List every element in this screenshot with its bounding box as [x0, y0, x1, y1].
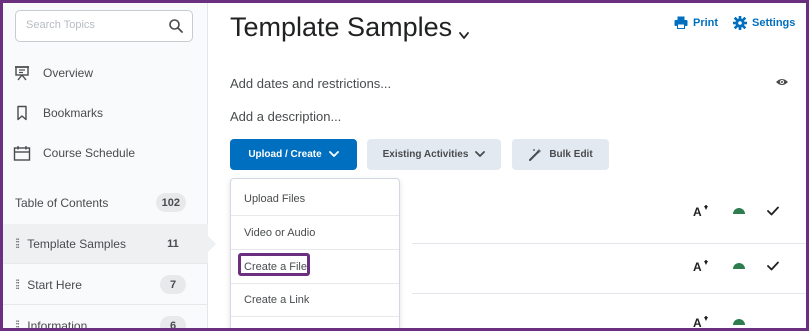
sidebar-item-label: Start Here [27, 277, 82, 292]
existing-activities-label: Existing Activities [382, 149, 469, 160]
sidebar-item-overview[interactable]: Overview [3, 55, 208, 91]
menu-item-video-or-audio[interactable]: Video or Audio [231, 217, 399, 250]
row-actions: A [693, 205, 779, 217]
settings-button[interactable]: Settings [733, 16, 795, 30]
search-input[interactable]: Search Topics [26, 19, 95, 31]
menu-item-label: Upload Files [244, 193, 306, 205]
svg-text:A: A [693, 260, 702, 272]
drag-handle-icon[interactable]: ⁞⁞ [15, 236, 20, 251]
count-badge: 11 [167, 237, 179, 250]
sidebar-item-label: Bookmarks [43, 106, 104, 120]
upload-create-label: Upload / Create [248, 149, 322, 160]
count-badge: 102 [155, 193, 186, 212]
existing-activities-button[interactable]: Existing Activities [367, 139, 501, 170]
sidebar-item-course-schedule[interactable]: Course Schedule [3, 135, 208, 171]
svg-text:A: A [693, 316, 702, 328]
row-actions: A [693, 316, 746, 328]
svg-text:A: A [693, 205, 702, 217]
presentation-icon [13, 64, 31, 82]
sidebar-item-template-samples[interactable]: ⁞⁞ Template Samples 11 [3, 224, 216, 264]
add-dates-link[interactable]: Add dates and restrictions... [230, 76, 391, 91]
checkmark-icon[interactable] [767, 206, 779, 216]
sidebar: Search Topics Overview Bookmarks Course … [3, 3, 216, 328]
menu-item-label: Create a Link [244, 294, 310, 306]
print-button[interactable]: Print [674, 16, 718, 29]
progress-icon[interactable] [732, 207, 746, 215]
sidebar-item-bookmarks[interactable]: Bookmarks [3, 95, 208, 131]
sidebar-item-label: Template Samples [27, 236, 126, 251]
upload-create-button[interactable]: Upload / Create [230, 139, 357, 170]
chevron-down-icon [328, 151, 339, 157]
drag-handle-icon[interactable]: ⁞⁞ [15, 277, 20, 292]
count-badge: 6 [160, 316, 186, 328]
search-box[interactable]: Search Topics [15, 10, 193, 42]
sidebar-item-table-of-contents[interactable]: Table of Contents 102 [3, 183, 208, 223]
progress-icon[interactable] [732, 318, 746, 326]
magic-wand-icon [529, 148, 542, 161]
sidebar-item-label: Information [27, 318, 88, 329]
menu-item-label: Video or Audio [244, 227, 316, 239]
menu-item-upload-files[interactable]: Upload Files [231, 183, 399, 216]
row-divider [412, 243, 806, 244]
chevron-down-icon[interactable] [458, 31, 470, 41]
sidebar-item-information[interactable]: ⁞⁞ Information 6 [3, 306, 208, 328]
bookmark-icon [13, 104, 31, 122]
search-icon[interactable] [168, 18, 184, 34]
app-frame: Search Topics Overview Bookmarks Course … [3, 3, 806, 328]
sidebar-item-label: Table of Contents [15, 196, 109, 210]
row-actions: A [693, 260, 779, 272]
eye-icon[interactable] [775, 77, 789, 87]
sidebar-item-label: Course Schedule [43, 146, 136, 160]
settings-label: Settings [752, 17, 796, 29]
font-size-icon[interactable]: A [693, 260, 709, 272]
row-divider [412, 293, 806, 294]
print-label: Print [693, 16, 719, 29]
drag-handle-icon[interactable]: ⁞⁞ [15, 318, 20, 328]
font-size-icon[interactable]: A [693, 316, 709, 328]
add-description-link[interactable]: Add a description... [230, 109, 341, 124]
bulk-edit-button[interactable]: Bulk Edit [512, 139, 609, 170]
font-size-icon[interactable]: A [693, 205, 709, 217]
sidebar-item-start-here[interactable]: ⁞⁞ Start Here 7 [3, 265, 208, 305]
highlight-box [238, 253, 310, 276]
progress-icon[interactable] [732, 262, 746, 270]
calendar-icon [13, 144, 31, 162]
bulk-edit-label: Bulk Edit [549, 149, 593, 160]
count-badge: 7 [160, 275, 186, 294]
gear-icon [733, 16, 747, 30]
page-title: Template Samples [230, 12, 453, 42]
chevron-down-icon [475, 151, 486, 157]
menu-item-create-a-link[interactable]: Create a Link [231, 284, 399, 317]
printer-icon [674, 16, 688, 29]
sidebar-item-label: Overview [43, 66, 94, 80]
checkmark-icon[interactable] [767, 261, 779, 271]
